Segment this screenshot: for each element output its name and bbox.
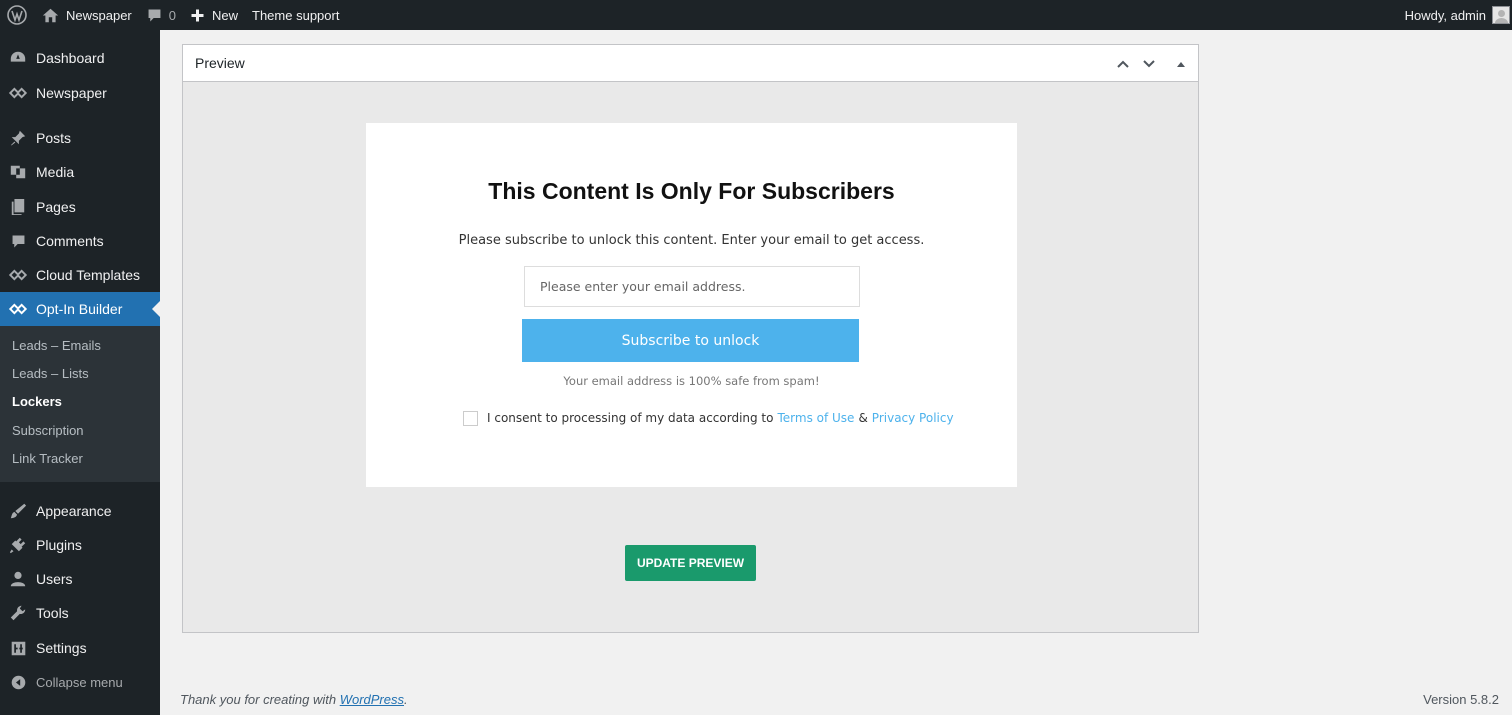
newspaper-icon xyxy=(0,85,36,101)
footer-thanks-prefix: Thank you for creating with xyxy=(180,692,337,707)
avatar xyxy=(1492,6,1510,24)
opt-in-submenu: Leads – Emails Leads – Lists Lockers Sub… xyxy=(0,326,160,482)
content-locker-card: This Content Is Only For Subscribers Ple… xyxy=(366,123,1017,487)
update-preview-button[interactable]: UPDATE PREVIEW xyxy=(625,545,756,581)
postbox-controls xyxy=(1114,45,1190,82)
admin-sidebar: Dashboard Newspaper Posts Media Pages Co… xyxy=(0,30,160,715)
pages-icon xyxy=(0,198,36,216)
sidebar-item-newspaper[interactable]: Newspaper xyxy=(0,76,160,110)
footer-version: Version 5.8.2 xyxy=(1423,692,1499,707)
submenu-item-lockers[interactable]: Lockers xyxy=(12,394,62,409)
sidebar-item-label: Comments xyxy=(36,233,104,249)
privacy-link[interactable]: Privacy Policy xyxy=(872,411,954,425)
email-field[interactable]: Please enter your email address. xyxy=(524,266,860,307)
comments-count: 0 xyxy=(168,7,176,23)
sidebar-item-cloud-templates[interactable]: Cloud Templates xyxy=(0,258,160,292)
sidebar-item-pages[interactable]: Pages xyxy=(0,190,160,224)
plus-icon xyxy=(191,9,204,21)
new-label: New xyxy=(212,7,239,23)
sidebar-item-comments[interactable]: Comments xyxy=(0,224,160,258)
sidebar-item-label: Users xyxy=(36,571,73,587)
sidebar-item-media[interactable]: Media xyxy=(0,155,160,189)
locker-description: Please subscribe to unlock this content.… xyxy=(458,233,925,248)
site-name: Newspaper xyxy=(66,7,132,23)
brush-icon xyxy=(0,502,36,520)
preview-postbox: Preview This Content Is Only For Subscri… xyxy=(182,44,1199,633)
sidebar-item-label: Appearance xyxy=(36,503,112,519)
home-icon xyxy=(42,8,59,22)
sidebar-item-label: Dashboard xyxy=(36,50,105,66)
theme-support-link[interactable]: Theme support xyxy=(245,0,346,30)
sidebar-item-users[interactable]: Users xyxy=(0,562,160,596)
submenu-item-link-tracker[interactable]: Link Tracker xyxy=(12,451,83,466)
collapse-label: Collapse menu xyxy=(36,674,123,690)
comments-icon xyxy=(0,233,36,250)
wordpress-link[interactable]: WordPress xyxy=(340,692,404,707)
sidebar-item-label: Newspaper xyxy=(36,85,107,101)
new-content-menu[interactable]: New xyxy=(183,0,245,30)
triangle-up-icon xyxy=(1177,61,1185,67)
cloud-templates-icon xyxy=(0,267,36,283)
submenu-item-subscription[interactable]: Subscription xyxy=(12,423,84,438)
sidebar-item-label: Media xyxy=(36,164,75,180)
site-name-menu[interactable]: Newspaper xyxy=(35,0,139,30)
sidebar-item-label: Opt-In Builder xyxy=(36,301,123,317)
footer-thanks-suffix: . xyxy=(404,692,408,707)
consent-text: I consent to processing of my data accor… xyxy=(487,411,774,425)
postbox-title: Preview xyxy=(195,55,245,71)
sidebar-item-posts[interactable]: Posts xyxy=(0,121,160,155)
sidebar-item-tools[interactable]: Tools xyxy=(0,596,160,630)
optin-icon xyxy=(0,301,36,317)
footer-thanks: Thank you for creating with WordPress. xyxy=(180,692,408,707)
spam-note: Your email address is 100% safe from spa… xyxy=(563,374,820,388)
terms-link[interactable]: Terms of Use xyxy=(777,411,854,425)
toggle-panel-button[interactable] xyxy=(1172,55,1190,73)
plugin-icon xyxy=(0,536,36,554)
sidebar-item-settings[interactable]: Settings xyxy=(0,631,160,665)
subscribe-button[interactable]: Subscribe to unlock xyxy=(522,319,859,362)
submenu-item-leads-emails[interactable]: Leads – Emails xyxy=(12,338,101,353)
my-account-menu[interactable]: Howdy, admin xyxy=(1398,0,1512,30)
collapse-arrow-icon xyxy=(0,674,36,691)
sidebar-item-label: Tools xyxy=(36,605,69,621)
sidebar-item-plugins[interactable]: Plugins xyxy=(0,528,160,562)
move-up-button[interactable] xyxy=(1114,55,1132,73)
sidebar-item-opt-in-builder[interactable]: Opt-In Builder xyxy=(0,292,160,326)
sidebar-item-label: Pages xyxy=(36,199,76,215)
user-icon xyxy=(0,570,36,588)
ampersand: & xyxy=(858,411,868,425)
comment-bubble-icon xyxy=(148,9,161,21)
pin-icon xyxy=(0,129,36,147)
sidebar-item-label: Plugins xyxy=(36,537,82,553)
postbox-header: Preview xyxy=(183,45,1198,82)
howdy-label: Howdy, admin xyxy=(1404,7,1486,23)
media-icon xyxy=(0,163,36,181)
settings-icon xyxy=(0,640,36,657)
chevron-down-icon xyxy=(1143,59,1155,67)
consent-checkbox[interactable] xyxy=(463,410,478,426)
wordpress-icon xyxy=(7,5,27,25)
sidebar-item-appearance[interactable]: Appearance xyxy=(0,494,160,528)
theme-support-label: Theme support xyxy=(252,7,340,23)
sidebar-item-label: Cloud Templates xyxy=(36,267,141,283)
submenu-item-leads-lists[interactable]: Leads – Lists xyxy=(12,366,89,381)
sidebar-item-label: Posts xyxy=(36,130,72,146)
chevron-up-icon xyxy=(1117,60,1129,68)
wrench-icon xyxy=(0,604,36,622)
locker-heading: This Content Is Only For Subscribers xyxy=(488,178,895,204)
dashboard-icon xyxy=(0,49,36,67)
sidebar-item-label: Settings xyxy=(36,640,87,656)
collapse-menu-button[interactable]: Collapse menu xyxy=(0,665,160,699)
consent-row: I consent to processing of my data accor… xyxy=(463,410,954,426)
sidebar-item-dashboard[interactable]: Dashboard xyxy=(0,41,160,75)
admin-bar: Newspaper 0 New Theme support Howdy, adm… xyxy=(0,0,1512,30)
wp-logo-menu[interactable] xyxy=(0,0,35,30)
email-placeholder: Please enter your email address. xyxy=(540,279,746,294)
comments-menu[interactable]: 0 xyxy=(139,0,183,30)
move-down-button[interactable] xyxy=(1140,55,1158,73)
